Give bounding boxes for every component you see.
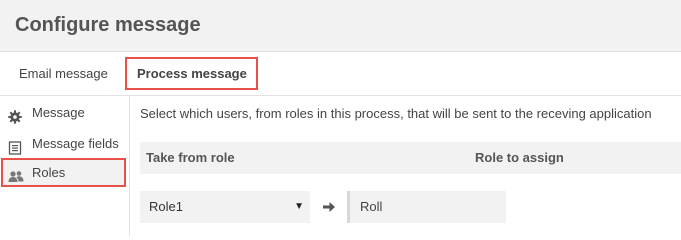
tab-process-message[interactable]: Process message [125, 57, 258, 90]
users-icon [8, 166, 24, 182]
sidebar-item-message-fields[interactable]: Message fields [0, 130, 128, 158]
gear-icon [8, 106, 22, 124]
sidebar: Message Message fields Roles [0, 96, 130, 236]
arrow-right-icon [321, 199, 337, 215]
column-header-take-from-role: Take from role [146, 150, 235, 165]
table-row: Role1 ▼ Roll [140, 191, 681, 223]
role-to-assign-field: Roll [347, 191, 506, 223]
sidebar-item-label: Message [32, 105, 85, 120]
caret-down-icon: ▼ [294, 201, 304, 212]
sidebar-item-label: Message fields [32, 136, 119, 151]
roles-panel: Select which users, from roles in this p… [131, 96, 681, 236]
tab-bar: Email message Process message [0, 52, 681, 96]
dialog-header: Configure message [0, 0, 681, 52]
take-from-role-select[interactable]: Role1 ▼ [140, 191, 310, 223]
tab-email-message[interactable]: Email message [19, 52, 108, 96]
dialog-title: Configure message [15, 14, 201, 36]
sidebar-item-message[interactable]: Message [0, 99, 128, 127]
role-to-assign-value: Roll [360, 199, 383, 214]
sidebar-item-label: Roles [32, 165, 66, 180]
roles-description: Select which users, from roles in this p… [140, 106, 652, 121]
list-icon [8, 137, 22, 155]
sidebar-item-roles[interactable]: Roles [1, 158, 126, 187]
table-header: Take from role Role to assign [140, 142, 681, 174]
take-from-role-value: Role1 [149, 199, 183, 214]
column-header-role-to-assign: Role to assign [475, 150, 564, 165]
